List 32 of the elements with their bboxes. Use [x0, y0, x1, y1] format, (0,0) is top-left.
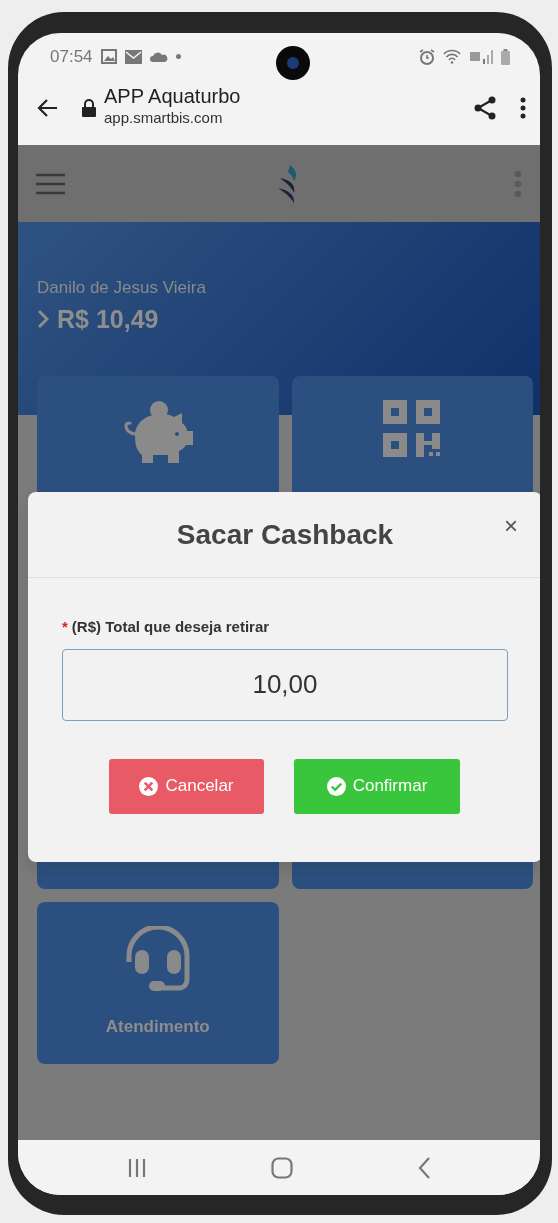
- alarm-icon: [419, 48, 435, 65]
- close-button[interactable]: ×: [500, 514, 522, 538]
- more-button[interactable]: [520, 95, 526, 120]
- share-button[interactable]: [474, 95, 496, 120]
- account-name: Danilo de Jesus Vieira: [37, 277, 207, 299]
- home-button[interactable]: [271, 1155, 293, 1180]
- page-url: app.smartbis.com: [104, 108, 224, 129]
- lock-icon: [82, 98, 96, 117]
- dot-icon: [175, 54, 181, 59]
- dialog-title: Sacar Cashback: [176, 517, 394, 552]
- battery-icon: [501, 48, 510, 65]
- tile-label: Atendimento: [105, 1016, 210, 1038]
- cancel-button[interactable]: Cancelar: [109, 758, 264, 814]
- qr-code-icon: [383, 400, 442, 458]
- wifi-icon: [443, 49, 461, 64]
- signal-icon: [469, 49, 493, 64]
- required-mark: *: [62, 618, 68, 635]
- field-label: (R$) Total que deseja retirar: [71, 618, 270, 635]
- close-circle-icon: [139, 776, 159, 796]
- status-time: 07:54: [50, 45, 93, 68]
- chevron-icon: [37, 309, 49, 330]
- check-circle-icon: [326, 776, 346, 796]
- cloud-icon: [149, 51, 168, 62]
- image-icon: [100, 49, 117, 64]
- page-title: APP Aquaturbo: [104, 85, 242, 108]
- balance-amount: R$ 10,49: [57, 303, 159, 335]
- mail-icon: [124, 49, 142, 64]
- menu-button[interactable]: [36, 171, 65, 196]
- confirm-button[interactable]: Confirmar: [294, 758, 460, 814]
- menu-tile[interactable]: Atendimento: [37, 902, 279, 1064]
- amount-input[interactable]: 10,00: [62, 648, 508, 721]
- headset-icon: [124, 926, 191, 992]
